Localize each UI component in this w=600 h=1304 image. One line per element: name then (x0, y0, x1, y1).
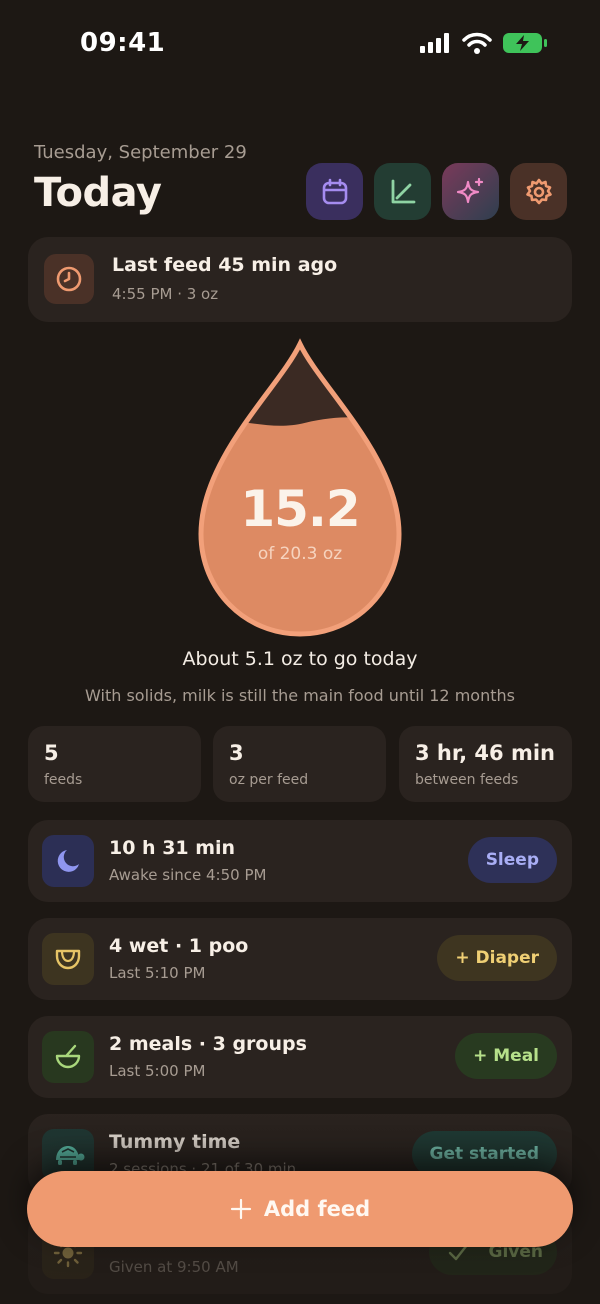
turtle-icon (56, 1146, 85, 1165)
diaper-card[interactable]: 4 wet · 1 poo Last 5:10 PM + Diaper (28, 918, 572, 1000)
status-icons (420, 32, 548, 54)
bowl-icon-tile (42, 1031, 94, 1083)
stat-value: 3 (229, 741, 244, 765)
stat-between-feeds: 3 hr, 46 min between feeds (399, 726, 572, 802)
bowl-icon (55, 1044, 81, 1069)
add-meal-button[interactable]: + Meal (455, 1033, 557, 1079)
status-time: 09:41 (80, 28, 166, 58)
battery-charging-icon (503, 33, 547, 53)
moon-icon-tile (42, 835, 94, 887)
sleep-title: 10 h 31 min (109, 837, 236, 859)
meal-card[interactable]: 2 meals · 3 groups Last 5:00 PM + Meal (28, 1016, 572, 1098)
cellular-signal-icon (420, 33, 449, 53)
diaper-icon-tile (42, 933, 94, 985)
sleep-button[interactable]: Sleep (467, 837, 557, 883)
clock-icon (56, 266, 82, 292)
stat-label: feeds (44, 772, 83, 788)
calendar-icon (322, 178, 347, 204)
chart-button[interactable] (374, 163, 431, 220)
add-feed-label: Add feed (263, 1197, 371, 1221)
stat-label: between feeds (415, 772, 519, 788)
moon-icon (57, 850, 79, 872)
page-title: Today (34, 170, 162, 216)
stat-oz-per-feed: 3 oz per feed (213, 726, 386, 802)
wifi-icon (462, 32, 492, 54)
settings-button[interactable] (510, 163, 567, 220)
diaper-title: 4 wet · 1 poo (109, 935, 249, 957)
status-bar: 09:41 (0, 0, 600, 90)
add-diaper-button[interactable]: + Diaper (437, 935, 557, 981)
last-feed-title: Last feed 45 min ago (112, 254, 338, 276)
sparkles-icon (456, 177, 483, 203)
diaper-subtitle: Last 5:10 PM (109, 964, 206, 982)
gear-icon (525, 178, 552, 204)
meal-subtitle: Last 5:00 PM (109, 1062, 206, 1080)
stat-feeds: 5 feeds (28, 726, 201, 802)
meal-title: 2 meals · 3 groups (109, 1033, 307, 1055)
last-feed-subtitle: 4:55 PM · 3 oz (112, 285, 219, 303)
tummy-time-title: Tummy time (109, 1131, 241, 1153)
insights-button[interactable] (442, 163, 499, 220)
stat-value: 3 hr, 46 min (415, 741, 555, 765)
sleep-card[interactable]: 10 h 31 min Awake since 4:50 PM Sleep (28, 820, 572, 902)
stat-label: oz per feed (229, 772, 309, 788)
intake-hint: With solids, milk is still the main food… (85, 686, 515, 705)
intake-goal-label: of 20.3 oz (257, 544, 343, 564)
sleep-subtitle: Awake since 4:50 PM (109, 866, 267, 884)
to-go-text: About 5.1 oz to go today (182, 648, 418, 670)
chart-icon (391, 179, 415, 203)
last-feed-card[interactable]: Last feed 45 min ago 4:55 PM · 3 oz (28, 237, 572, 322)
date-label: Tuesday, September 29 (34, 142, 247, 163)
clock-icon-tile (44, 254, 94, 304)
vitamin-d-subtitle: Given at 9:50 AM (109, 1258, 239, 1276)
intake-value: 15.2 (240, 480, 360, 538)
calendar-button[interactable] (306, 163, 363, 220)
add-feed-button[interactable]: Add feed (27, 1171, 573, 1247)
diaper-icon (55, 949, 81, 970)
stat-value: 5 (44, 741, 59, 765)
plus-icon (230, 1198, 251, 1220)
